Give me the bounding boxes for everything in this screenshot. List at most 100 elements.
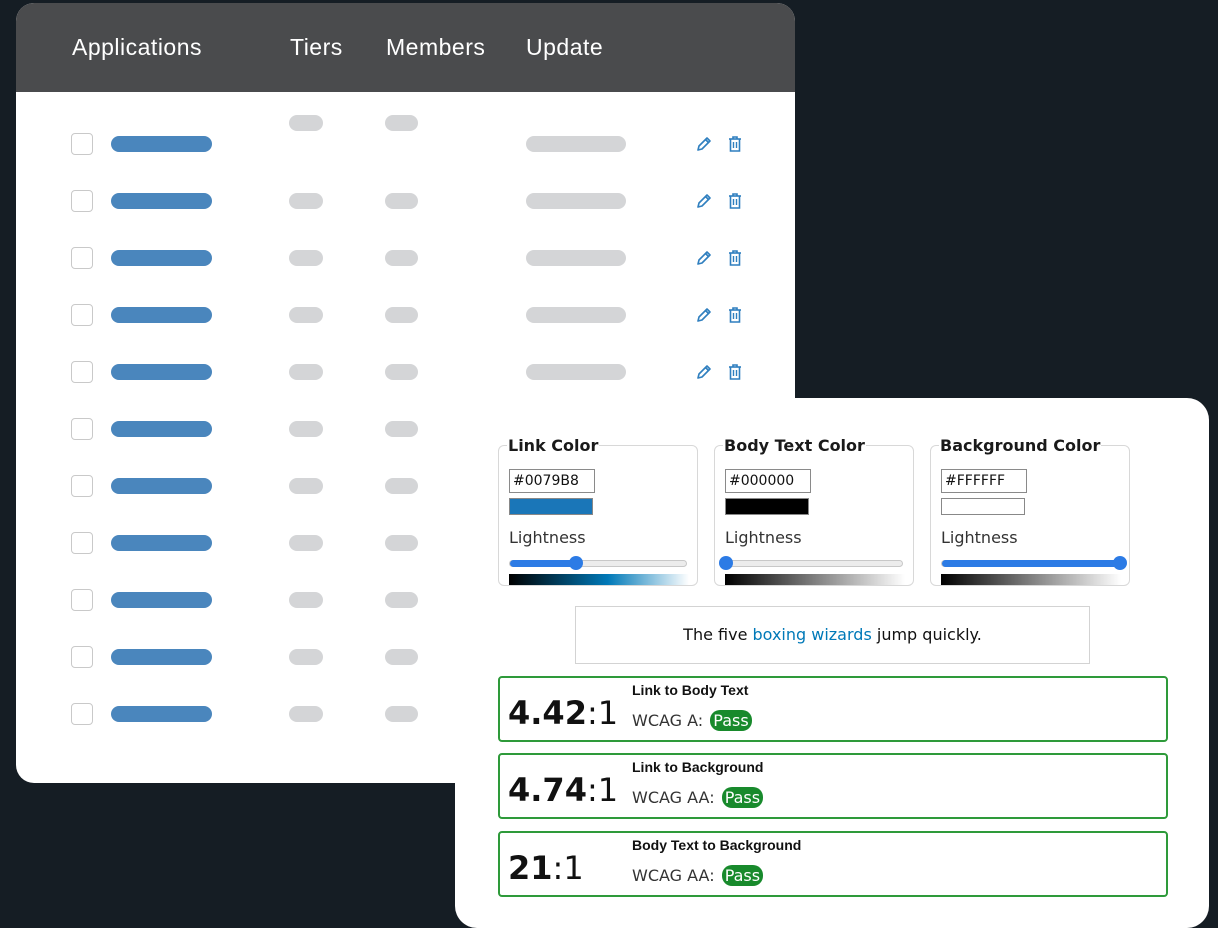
- update-placeholder: [526, 250, 626, 266]
- update-placeholder: [526, 136, 626, 152]
- result-link-to-background: 4.74:1 Link to Background WCAG AA: Pass: [498, 753, 1168, 819]
- picker-legend: Background Color: [940, 436, 1101, 455]
- lightness-label: Lightness: [941, 528, 1018, 547]
- trash-icon[interactable]: [725, 248, 745, 268]
- members-placeholder: [385, 478, 418, 494]
- tiers-placeholder: [289, 115, 323, 131]
- trash-icon[interactable]: [725, 362, 745, 382]
- application-name-placeholder[interactable]: [111, 307, 212, 323]
- column-header-applications[interactable]: Applications: [72, 34, 202, 61]
- members-placeholder: [385, 307, 418, 323]
- row-checkbox[interactable]: [71, 532, 93, 554]
- body-text-color-swatch[interactable]: [725, 498, 809, 515]
- row-checkbox[interactable]: [71, 247, 93, 269]
- pencil-icon[interactable]: [694, 248, 714, 268]
- row-checkbox[interactable]: [71, 304, 93, 326]
- tiers-placeholder: [289, 421, 323, 437]
- pass-badge: Pass: [721, 787, 764, 808]
- tiers-placeholder: [289, 535, 323, 551]
- column-header-members[interactable]: Members: [386, 34, 485, 61]
- table-row[interactable]: [16, 179, 795, 219]
- members-placeholder: [385, 193, 418, 209]
- pencil-icon[interactable]: [694, 305, 714, 325]
- wcag-level: WCAG AA: Pass: [632, 865, 764, 886]
- result-link-to-body-text: 4.42:1 Link to Body Text WCAG A: Pass: [498, 676, 1168, 742]
- link-color-hex-input[interactable]: [509, 469, 595, 493]
- pencil-icon[interactable]: [694, 362, 714, 382]
- column-header-update[interactable]: Update: [526, 34, 603, 61]
- table-header: Applications Tiers Members Update: [16, 3, 795, 92]
- body-text-color-picker: Body Text Color Lightness: [714, 436, 914, 586]
- background-lightness-slider[interactable]: [941, 556, 1127, 570]
- picker-legend: Link Color: [508, 436, 599, 455]
- application-name-placeholder[interactable]: [111, 592, 212, 608]
- row-checkbox[interactable]: [71, 361, 93, 383]
- lightness-gradient: [509, 574, 689, 585]
- row-checkbox[interactable]: [71, 475, 93, 497]
- contrast-ratio: 4.42:1: [508, 694, 619, 732]
- members-placeholder: [385, 250, 418, 266]
- application-name-placeholder[interactable]: [111, 478, 212, 494]
- wcag-level: WCAG AA: Pass: [632, 787, 764, 808]
- trash-icon[interactable]: [725, 134, 745, 154]
- picker-legend: Body Text Color: [724, 436, 865, 455]
- lightness-label: Lightness: [725, 528, 802, 547]
- tiers-placeholder: [289, 478, 323, 494]
- pencil-icon[interactable]: [694, 191, 714, 211]
- row-checkbox[interactable]: [71, 589, 93, 611]
- background-color-hex-input[interactable]: [941, 469, 1027, 493]
- trash-icon[interactable]: [725, 191, 745, 211]
- column-header-tiers[interactable]: Tiers: [290, 34, 343, 61]
- pencil-icon[interactable]: [694, 134, 714, 154]
- members-placeholder: [385, 592, 418, 608]
- trash-icon[interactable]: [725, 305, 745, 325]
- row-checkbox[interactable]: [71, 418, 93, 440]
- tiers-placeholder: [289, 706, 323, 722]
- application-name-placeholder[interactable]: [111, 364, 212, 380]
- result-title: Link to Background: [632, 759, 764, 775]
- sample-link[interactable]: boxing wizards: [753, 625, 872, 644]
- body-text-lightness-slider[interactable]: [719, 556, 903, 570]
- pass-badge: Pass: [710, 710, 752, 731]
- table-row[interactable]: [16, 115, 795, 162]
- sample-text-after: jump quickly.: [871, 625, 982, 644]
- lightness-gradient: [941, 574, 1121, 585]
- update-placeholder: [526, 364, 626, 380]
- members-placeholder: [385, 115, 418, 131]
- link-lightness-slider[interactable]: [509, 556, 687, 570]
- application-name-placeholder[interactable]: [111, 193, 212, 209]
- result-title: Body Text to Background: [632, 837, 802, 853]
- slider-thumb[interactable]: [569, 556, 583, 570]
- application-name-placeholder[interactable]: [111, 136, 212, 152]
- slider-fill: [510, 560, 576, 567]
- slider-thumb[interactable]: [719, 556, 733, 570]
- lightness-gradient: [725, 574, 905, 585]
- row-checkbox[interactable]: [71, 703, 93, 725]
- application-name-placeholder[interactable]: [111, 649, 212, 665]
- lightness-label: Lightness: [509, 528, 586, 547]
- members-placeholder: [385, 535, 418, 551]
- table-row[interactable]: [16, 350, 795, 390]
- slider-thumb[interactable]: [1113, 556, 1127, 570]
- sample-text-before: The five: [683, 625, 753, 644]
- members-placeholder: [385, 706, 418, 722]
- application-name-placeholder[interactable]: [111, 250, 212, 266]
- row-checkbox[interactable]: [71, 190, 93, 212]
- update-placeholder: [526, 193, 626, 209]
- background-color-picker: Background Color Lightness: [930, 436, 1130, 586]
- application-name-placeholder[interactable]: [111, 421, 212, 437]
- row-checkbox[interactable]: [71, 646, 93, 668]
- application-name-placeholder[interactable]: [111, 535, 212, 551]
- members-placeholder: [385, 649, 418, 665]
- table-row[interactable]: [16, 236, 795, 276]
- background-color-swatch[interactable]: [941, 498, 1025, 515]
- result-body-text-to-background: 21:1 Body Text to Background WCAG AA: Pa…: [498, 831, 1168, 897]
- pass-badge: Pass: [721, 865, 764, 886]
- tiers-placeholder: [289, 193, 323, 209]
- table-row[interactable]: [16, 293, 795, 333]
- contrast-ratio: 4.74:1: [508, 771, 619, 809]
- application-name-placeholder[interactable]: [111, 706, 212, 722]
- body-text-color-hex-input[interactable]: [725, 469, 811, 493]
- row-checkbox[interactable]: [71, 133, 93, 155]
- link-color-swatch[interactable]: [509, 498, 593, 515]
